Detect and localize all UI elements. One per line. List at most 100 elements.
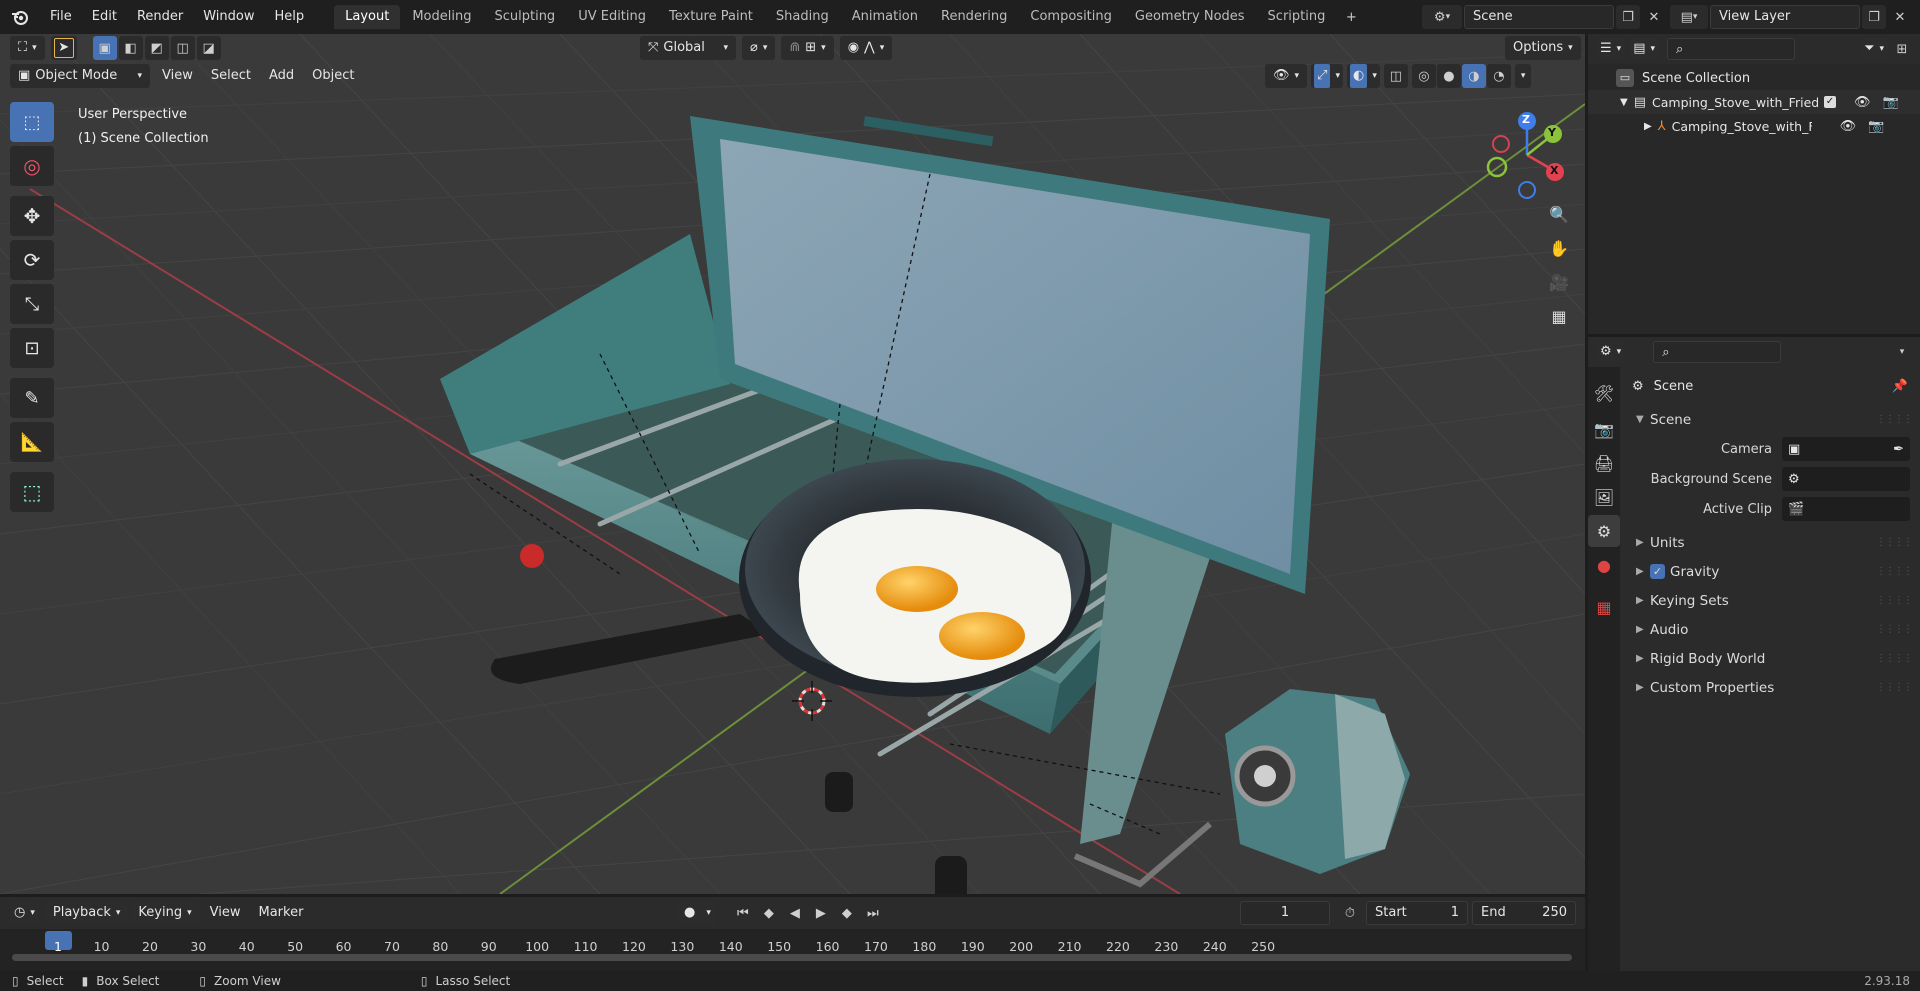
background-scene-field[interactable]: ⚙ — [1782, 467, 1910, 491]
tab-animation[interactable]: Animation — [841, 5, 929, 29]
options-dropdown[interactable]: Options ▾ — [1505, 36, 1581, 60]
world-tab-icon[interactable]: ● — [1588, 549, 1620, 581]
scene-browse-button[interactable]: ⚙ ▾ — [1422, 5, 1462, 29]
transform-tool[interactable]: ⊡ — [10, 328, 54, 368]
transform-orientation-dropdown[interactable]: ⤧ Global ▾ — [640, 36, 736, 60]
copy-view-layer-icon[interactable]: ❐ — [1862, 5, 1886, 29]
timeline-menu-view[interactable]: View — [202, 901, 249, 925]
viewport-menu-select[interactable]: Select — [203, 64, 259, 88]
shading-options-dropdown[interactable]: ▾ — [1514, 64, 1532, 88]
gravity-checkbox[interactable]: ✓ — [1650, 564, 1665, 579]
perspective-grid-icon[interactable]: ▦ — [1543, 300, 1575, 332]
outliner-editor-type-button[interactable]: ☰ ▾ — [1596, 37, 1626, 61]
select-extend-icon[interactable]: ◧ — [118, 36, 143, 60]
view-layer-field[interactable]: View Layer — [1710, 5, 1860, 29]
rendered-shading-icon[interactable]: ◔ — [1486, 64, 1511, 88]
select-new-icon[interactable]: ▣ — [92, 36, 117, 60]
timeline-menu-keying[interactable]: Keying ▾ — [130, 901, 200, 925]
editor-type-button[interactable]: ⛶ ▾ — [10, 36, 45, 60]
scene-tab-icon[interactable]: ⚙ — [1588, 515, 1620, 547]
scale-tool[interactable]: ⤡ — [10, 284, 54, 324]
menu-file[interactable]: File — [40, 0, 82, 34]
gizmo-toggle[interactable]: ⤢ ▾ — [1311, 64, 1343, 88]
zoom-icon[interactable]: 🔍 — [1543, 198, 1575, 230]
jump-end-icon[interactable]: ⏭ — [860, 901, 885, 925]
pivot-point-dropdown[interactable]: ⌀ ▾ — [742, 36, 776, 60]
annotate-tool[interactable]: ✎ — [10, 378, 54, 418]
timeline-editor-type-button[interactable]: ◷ ▾ — [10, 901, 39, 925]
units-panel[interactable]: ▶ Units ⋮⋮⋮⋮ — [1622, 528, 1920, 557]
properties-options-icon[interactable]: ▾ — [1892, 340, 1912, 364]
rotate-tool[interactable]: ⟳ — [10, 240, 54, 280]
current-frame-field[interactable]: 1 — [1240, 901, 1330, 925]
frame-ruler[interactable]: 1 10 20 30 40 50 60 70 80 90 100 110 120 130 140 150 160… — [0, 929, 1585, 971]
output-tab-icon[interactable]: 🖨 — [1588, 447, 1620, 479]
outliner-collection-row[interactable]: ▼ ▤ Camping_Stove_with_Fried_E ✓ 👁 📷 — [1588, 90, 1920, 114]
custom-properties-panel[interactable]: ▶ Custom Properties ⋮⋮⋮⋮ — [1622, 673, 1920, 702]
scene-panel-header[interactable]: ▼ Scene ⋮⋮⋮⋮ — [1622, 405, 1920, 434]
menu-help[interactable]: Help — [265, 0, 315, 34]
eyedropper-icon[interactable]: ✒ — [1893, 442, 1904, 457]
tab-texture-paint[interactable]: Texture Paint — [658, 5, 764, 29]
solid-shading-icon[interactable]: ● — [1436, 64, 1461, 88]
move-tool[interactable]: ✥ — [10, 196, 54, 236]
copy-scene-icon[interactable]: ❐ — [1616, 5, 1640, 29]
delete-scene-icon[interactable]: ✕ — [1642, 5, 1666, 29]
tab-shading[interactable]: Shading — [765, 5, 840, 29]
expand-arrow-icon[interactable]: ▶ — [1644, 121, 1652, 132]
timeline-scrollbar[interactable] — [12, 954, 1572, 961]
viewport-menu-object[interactable]: Object — [304, 64, 362, 88]
timeline-menu-playback[interactable]: Playback ▾ — [44, 901, 129, 925]
next-keyframe-icon[interactable]: ◆ — [834, 901, 859, 925]
blender-logo-icon[interactable] — [0, 8, 40, 26]
tab-modeling[interactable]: Modeling — [401, 5, 482, 29]
display-mode-button[interactable]: ▤ ▾ — [1629, 37, 1660, 61]
overlay-toggle[interactable]: ◐ ▾ — [1346, 64, 1380, 88]
prev-keyframe-icon[interactable]: ◆ — [756, 901, 781, 925]
tool-tab-icon[interactable]: 🛠 — [1588, 377, 1620, 409]
xray-toggle-icon[interactable]: ◫ — [1383, 64, 1408, 88]
select-box-tool[interactable]: ⬚ — [10, 102, 54, 142]
properties-editor-type-button[interactable]: ⚙ ▾ — [1596, 340, 1626, 364]
add-workspace-button[interactable]: + — [1339, 5, 1363, 29]
play-reverse-icon[interactable]: ◀ — [782, 901, 807, 925]
timeline-menu-marker[interactable]: Marker — [250, 901, 311, 925]
mode-dropdown[interactable]: ▣ Object Mode ▾ — [10, 64, 150, 88]
viewport-menu-add[interactable]: Add — [261, 64, 302, 88]
cursor-tool[interactable]: ◎ — [10, 146, 54, 186]
select-intersect-icon[interactable]: ◪ — [196, 36, 221, 60]
navigation-gizmo[interactable]: Z X Y — [1485, 110, 1575, 200]
end-frame-field[interactable]: End 250 — [1472, 901, 1576, 925]
expand-arrow-icon[interactable]: ▼ — [1620, 97, 1628, 108]
tab-layout[interactable]: Layout — [334, 5, 401, 29]
auto-keying-toggle[interactable]: ● ▾ — [678, 901, 717, 925]
properties-search-input[interactable]: ⌕ — [1653, 341, 1782, 363]
rigid-body-world-panel[interactable]: ▶ Rigid Body World ⋮⋮⋮⋮ — [1622, 644, 1920, 673]
camera-view-icon[interactable]: 🎥 — [1543, 266, 1575, 298]
outliner-object-row[interactable]: ▶ ⅄ Camping_Stove_with_Fri 👁 📷 — [1588, 114, 1920, 138]
pan-hand-icon[interactable]: ✋ — [1543, 232, 1575, 264]
proportional-edit-toggle[interactable]: ◉ ⋀ ▾ — [839, 36, 893, 60]
select-difference-icon[interactable]: ◫ — [170, 36, 195, 60]
menu-render[interactable]: Render — [127, 0, 193, 34]
visibility-dropdown[interactable]: 👁 ▾ — [1265, 64, 1308, 88]
audio-panel[interactable]: ▶ Audio ⋮⋮⋮⋮ — [1622, 615, 1920, 644]
material-preview-icon[interactable]: ◑ — [1461, 64, 1486, 88]
render-camera-icon[interactable]: 📷 — [1883, 95, 1899, 110]
jump-start-icon[interactable]: ⏮ — [730, 901, 755, 925]
tab-compositing[interactable]: Compositing — [1019, 5, 1123, 29]
camera-field[interactable]: ▣ ✒ — [1782, 437, 1910, 461]
measure-tool[interactable]: 📐 — [10, 422, 54, 462]
scene-name-field[interactable]: Scene — [1464, 5, 1614, 29]
delete-view-layer-icon[interactable]: ✕ — [1888, 5, 1912, 29]
new-collection-icon[interactable]: ⊞ — [1892, 37, 1912, 61]
keying-sets-panel[interactable]: ▶ Keying Sets ⋮⋮⋮⋮ — [1622, 586, 1920, 615]
add-cube-tool[interactable]: ⬚ — [10, 472, 54, 512]
menu-window[interactable]: Window — [193, 0, 264, 34]
filter-button[interactable]: ⏷ ▾ — [1860, 37, 1888, 61]
menu-edit[interactable]: Edit — [82, 0, 127, 34]
select-subtract-icon[interactable]: ◩ — [144, 36, 169, 60]
tab-scripting[interactable]: Scripting — [1257, 5, 1337, 29]
stopwatch-icon[interactable]: ⏱ — [1338, 901, 1362, 925]
active-clip-field[interactable]: 🎬 — [1782, 497, 1910, 521]
